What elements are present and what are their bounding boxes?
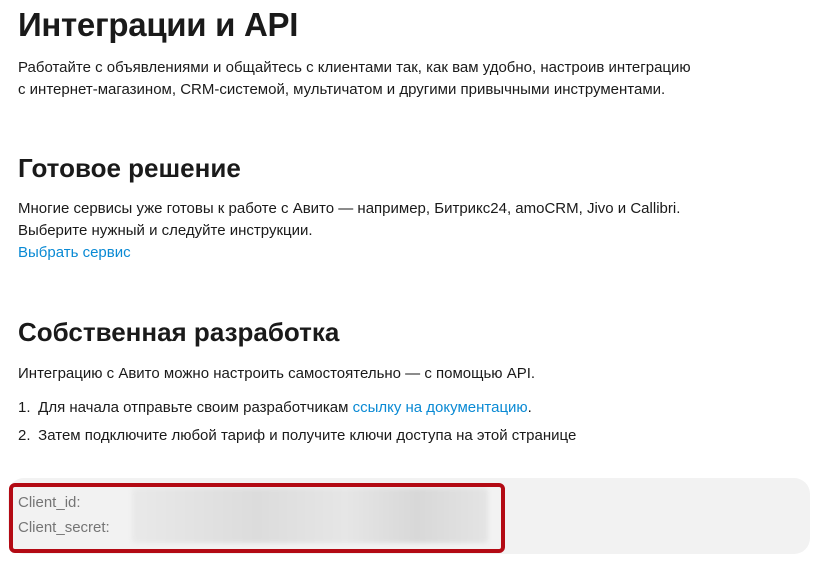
step-item-2: 2. Затем подключите любой тариф и получи… [18, 425, 576, 453]
step-number: 2. [18, 427, 31, 444]
page-intro: Работайте с объявлениями и общайтесь с к… [18, 57, 778, 101]
ready-solution-text: Многие сервисы уже готовы к работе с Ави… [18, 198, 778, 264]
steps-list: 1. Для начала отправьте своим разработчи… [18, 397, 576, 453]
own-development-heading: Собственная разработка [18, 317, 340, 347]
client-secret-label: Client_secret: [18, 519, 110, 536]
step-text-end: . [527, 399, 532, 416]
intro-line-2: с интернет-магазином, CRM-системой, муль… [18, 81, 666, 98]
ready-solution-heading: Готовое решение [18, 153, 241, 183]
ready-solution-line-1: Многие сервисы уже готовы к работе с Ави… [18, 200, 681, 217]
step-number: 1. [18, 399, 31, 416]
intro-line-1: Работайте с объявлениями и общайтесь с к… [18, 59, 691, 76]
step-text: Затем подключите любой тариф и получите … [38, 427, 577, 444]
step-item-1: 1. Для начала отправьте своим разработчи… [18, 397, 576, 425]
keys-highlight-frame [9, 483, 505, 553]
client-id-label: Client_id: [18, 494, 81, 511]
own-development-text: Интеграцию с Авито можно настроить самос… [18, 365, 536, 382]
choose-service-link[interactable]: Выбрать сервис [18, 244, 131, 261]
ready-solution-line-2: Выберите нужный и следуйте инструкции. [18, 222, 313, 239]
page-title: Интеграции и API [18, 6, 299, 43]
step-text: Для начала отправьте своим разработчикам [38, 399, 353, 416]
documentation-link[interactable]: ссылку на документацию [353, 399, 528, 416]
